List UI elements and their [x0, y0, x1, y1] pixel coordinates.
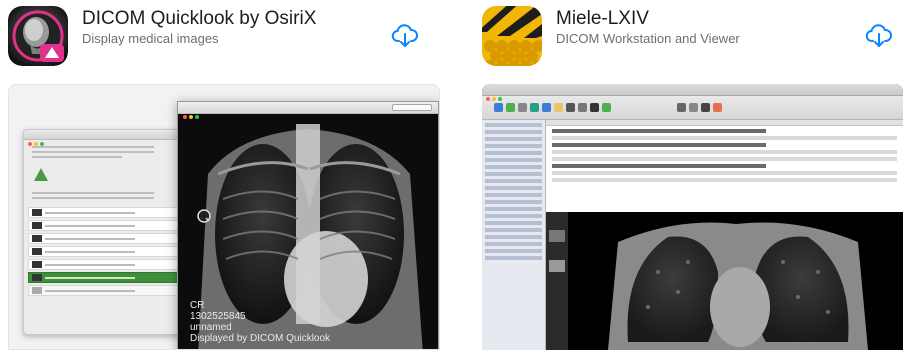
app-screenshot[interactable]: [482, 84, 903, 350]
overlay-name: unnamed: [190, 322, 232, 333]
app-subtitle: DICOM Workstation and Viewer: [556, 31, 740, 46]
app-header: Miele-LXIV DICOM Workstation and Viewer: [482, 0, 903, 80]
miele-lxiv-app-icon[interactable]: [482, 6, 542, 66]
app-card-dicom-quicklook[interactable]: DICOM Quicklook by OsiriX Display medica…: [8, 0, 448, 350]
app-screenshot[interactable]: CR 1302525845 unnamed Displayed by DICOM…: [8, 84, 440, 350]
viewer-toolbar: [482, 96, 903, 120]
series-thumbnails: [546, 212, 568, 350]
app-title[interactable]: DICOM Quicklook by OsiriX: [82, 8, 316, 30]
cloud-download-icon[interactable]: [865, 22, 893, 50]
xray-preview-window: CR 1302525845 unnamed Displayed by DICOM…: [177, 101, 439, 349]
quicklook-info-panel: [23, 129, 183, 335]
dicom-quicklook-app-icon[interactable]: [8, 6, 68, 66]
overlay-modality: CR: [190, 300, 205, 311]
overlay-displayed-by: Displayed by DICOM Quicklook: [190, 333, 331, 344]
app-title[interactable]: Miele-LXIV: [556, 8, 649, 30]
cloud-download-icon[interactable]: [391, 22, 419, 50]
app-subtitle: Display medical images: [82, 31, 219, 46]
study-table: [546, 120, 903, 212]
xray-overlay-text: CR 1302525845 unnamed Displayed by DICOM…: [190, 300, 330, 344]
source-list: [482, 120, 546, 350]
overlay-id: 1302525845: [190, 311, 246, 322]
ct-lung-viewer: [568, 212, 903, 350]
app-header: DICOM Quicklook by OsiriX Display medica…: [8, 0, 448, 80]
app-card-miele-lxiv[interactable]: Miele-LXIV DICOM Workstation and Viewer: [482, 0, 903, 350]
